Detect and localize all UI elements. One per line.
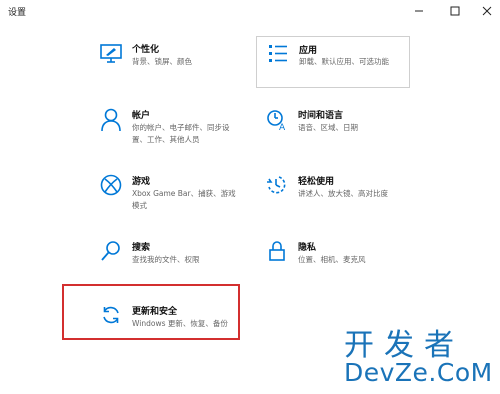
tile-apps[interactable]: 应用 卸载、默认应用、可选功能 bbox=[256, 36, 410, 88]
personalization-icon bbox=[96, 42, 126, 72]
tile-name: 个性化 bbox=[132, 45, 160, 55]
close-button[interactable] bbox=[474, 0, 500, 22]
tile-desc: 讲述人、放大镜、高对比度 bbox=[298, 189, 388, 198]
tile-name: 搜索 bbox=[132, 243, 151, 253]
search-icon bbox=[96, 240, 126, 270]
xbox-icon bbox=[96, 174, 126, 204]
tile-name: 应用 bbox=[299, 46, 318, 56]
tile-name: 帐户 bbox=[132, 111, 151, 121]
minimize-button[interactable] bbox=[406, 0, 432, 22]
ease-of-access-icon bbox=[262, 174, 292, 204]
time-language-icon: A bbox=[262, 108, 292, 138]
tile-name: 时间和语言 bbox=[298, 111, 344, 121]
tile-desc: 位置、相机、麦克风 bbox=[298, 255, 366, 264]
close-icon bbox=[482, 6, 492, 16]
tile-name: 游戏 bbox=[132, 177, 151, 187]
highlight-box bbox=[62, 284, 240, 340]
tile-desc: 查找我的文件、权限 bbox=[132, 255, 200, 264]
tile-name: 隐私 bbox=[298, 243, 317, 253]
tile-name: 轻松使用 bbox=[298, 177, 335, 187]
svg-text:A: A bbox=[279, 123, 286, 132]
maximize-button[interactable] bbox=[442, 0, 468, 22]
title-bar: 设置 bbox=[0, 0, 500, 22]
window-title: 设置 bbox=[8, 8, 27, 18]
privacy-lock-icon bbox=[262, 240, 292, 270]
tile-desc: 背景、锁屏、颜色 bbox=[132, 57, 192, 66]
watermark-domain: DevZe.CoM bbox=[344, 358, 493, 387]
tile-desc: 语音、区域、日期 bbox=[298, 123, 358, 132]
tile-time-language[interactable]: A 时间和语言 语音、区域、日期 bbox=[262, 108, 492, 174]
tile-ease-of-access[interactable]: 轻松使用 讲述人、放大镜、高对比度 bbox=[262, 174, 492, 240]
maximize-icon bbox=[450, 6, 460, 16]
tile-desc: 卸载、默认应用、可选功能 bbox=[299, 57, 389, 66]
account-icon bbox=[96, 108, 126, 138]
tile-desc: Xbox Game Bar、捕获、游戏模式 bbox=[132, 189, 236, 210]
tile-desc: 你的帐户、电子邮件、同步设置、工作、其他人员 bbox=[132, 123, 230, 144]
minimize-icon bbox=[415, 10, 423, 12]
apps-icon bbox=[263, 43, 293, 73]
tile-privacy[interactable]: 隐私 位置、相机、麦克风 bbox=[262, 240, 492, 306]
